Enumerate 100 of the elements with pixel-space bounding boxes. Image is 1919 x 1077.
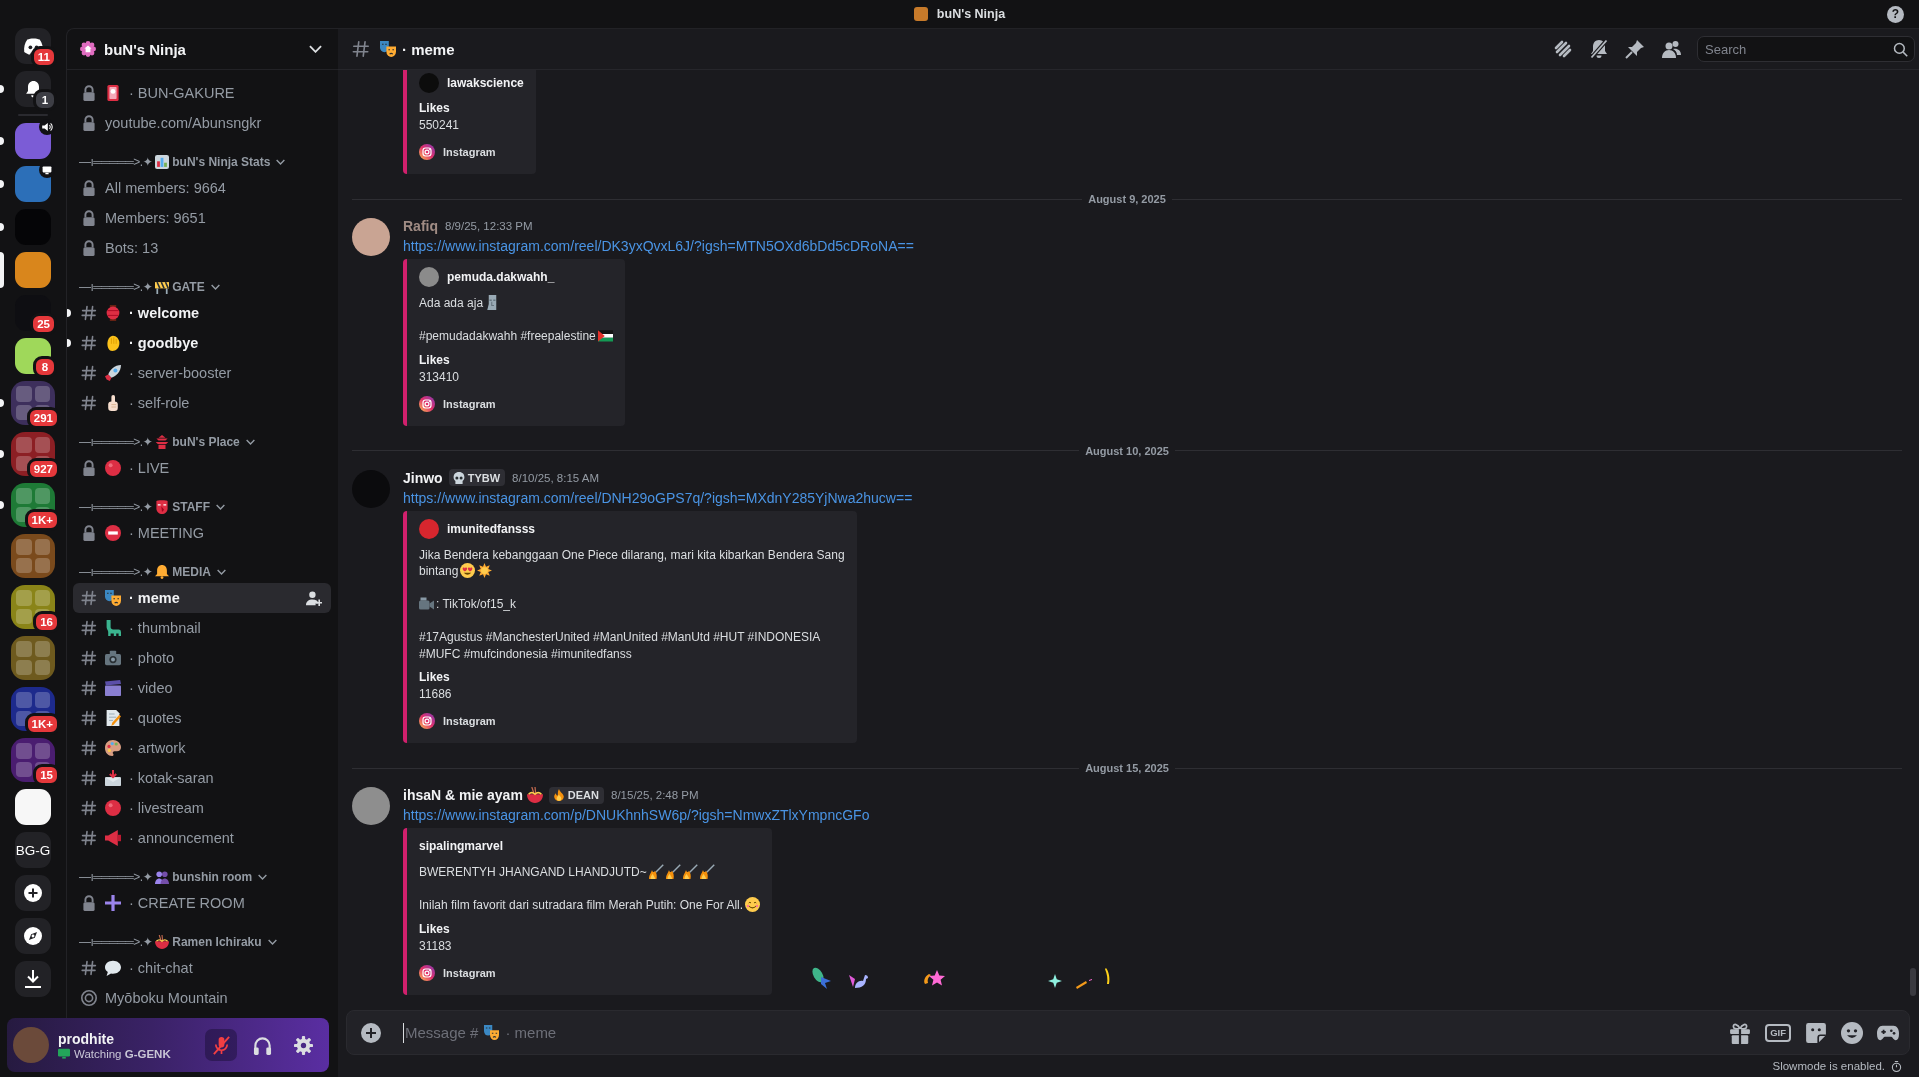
category-header[interactable]: —ı═════>.✦ MEDIA [73, 561, 331, 583]
notification-badge: 927 [26, 458, 60, 480]
plus-icon [105, 895, 121, 911]
date-divider-label: August 10, 2025 [1085, 444, 1169, 457]
embed-text: Jika Bendera kebanggaan One Piece dilarang, mari kita kibarkan Bendera Sang [419, 547, 845, 562]
mask-icon [155, 500, 170, 514]
channel-item[interactable]: · announcement [73, 823, 331, 853]
waving-hand-icon [105, 335, 121, 351]
gif-button[interactable]: GIF [1765, 1023, 1791, 1042]
embed-author[interactable]: pemuda.dakwahh_ [447, 270, 555, 284]
channel-item[interactable]: Bots: 13 [73, 233, 331, 263]
user-avatar[interactable] [352, 787, 390, 825]
message-link[interactable]: https://www.instagram.com/reel/DK3yxQvxL6J/?igsh=MTN5OXd6bDd5cDRoNA== [403, 236, 914, 256]
settings-icon [293, 1035, 313, 1055]
chevron-icon [245, 439, 255, 445]
discover-button[interactable] [15, 918, 51, 954]
channel-item[interactable]: · welcome [73, 298, 331, 328]
help-button[interactable]: ? [1887, 5, 1904, 23]
category-header[interactable]: —ı═════>.✦ GATE [73, 276, 331, 298]
server-icon[interactable] [15, 123, 51, 159]
channel-item[interactable]: · LIVE [73, 453, 331, 483]
members-icon[interactable] [1661, 39, 1681, 59]
channel-item[interactable]: · quotes [73, 703, 331, 733]
message-link[interactable]: https://www.instagram.com/p/DNUKhnhSW6p/?igsh=NmwxZTlxYmpncGFo [403, 805, 870, 825]
server-tag[interactable]: DEAN [548, 786, 604, 804]
server-icon[interactable] [15, 789, 51, 825]
embed-author[interactable]: imunitedfansss [447, 521, 536, 536]
channel-item[interactable]: · kotak-saran [73, 763, 331, 793]
embed-author[interactable]: lawakscience [447, 76, 524, 90]
message-link[interactable]: https://www.instagram.com/reel/DNH29oGPS7q/?igsh=MXdnY285YjNwa2hucw== [403, 487, 913, 508]
search-field[interactable]: Search [1697, 36, 1915, 62]
user-avatar[interactable] [352, 218, 390, 256]
server-menu-button[interactable]: buN's Ninja [67, 29, 338, 70]
channel-item[interactable]: · chit-chat [73, 953, 331, 983]
channel-item[interactable]: All members: 9664 [73, 173, 331, 203]
channel-item[interactable]: Myōboku Mountain [73, 983, 331, 1013]
channel-item[interactable]: · MEETING [73, 518, 331, 548]
category-header[interactable]: —ı═════>.✦ Ramen Ichiraku [73, 931, 331, 953]
server-icon [913, 7, 928, 21]
hash-icon [81, 395, 97, 411]
channel-item[interactable]: · thumbnail [73, 613, 331, 643]
headphones-icon [252, 1035, 272, 1055]
category-header[interactable]: —ı═════>.✦ STAFF [73, 496, 331, 518]
gift-icon[interactable] [1729, 1021, 1752, 1044]
hash-icon [81, 650, 97, 666]
channel-item[interactable]: · goodbye [73, 328, 331, 358]
lock-icon [81, 210, 97, 226]
construction-barrier-icon [155, 280, 170, 294]
channel-item[interactable]: · self-role [73, 388, 331, 418]
noodle-bowl-icon [155, 935, 170, 949]
add-server-button[interactable] [15, 875, 51, 911]
chevron-icon [276, 159, 286, 165]
channel-item[interactable]: Members: 9651 [73, 203, 331, 233]
embed-footer: Instagram [443, 715, 496, 727]
channel-item[interactable]: · video [73, 673, 331, 703]
theater-masks-icon [380, 41, 396, 57]
speech-bubble-icon [105, 960, 121, 976]
channel-item[interactable]: · BUN-GAKURE [73, 78, 331, 108]
embed-text: : TikTok/of15_k [436, 597, 517, 611]
category-header[interactable]: —ı═════>.✦ buN's Place [73, 431, 331, 453]
embed-author[interactable]: sipalingmarvel [419, 839, 504, 853]
channel-item[interactable]: youtube.com/Abunsngkr [73, 108, 331, 138]
notification-bell-muted-icon[interactable] [1589, 39, 1609, 59]
add-member-icon[interactable] [306, 590, 322, 606]
download-button[interactable] [15, 961, 51, 997]
embed-text: #pemudadakwahh #freepalestine [419, 329, 596, 343]
pin-icon[interactable] [1625, 39, 1645, 59]
server-button[interactable]: BG-G [15, 832, 51, 868]
server-tag[interactable]: TYBW [448, 469, 506, 486]
field-name: Likes [419, 669, 451, 686]
add-attachment-icon[interactable] [361, 1022, 381, 1043]
hash-icon [81, 590, 97, 606]
bar-chart-icon [155, 155, 170, 169]
lock-icon [81, 460, 97, 476]
card-icon [105, 85, 121, 101]
palette-icon [105, 740, 121, 756]
channel-item[interactable]: · server-booster [73, 358, 331, 388]
channel-item[interactable]: · livestream [73, 793, 331, 823]
channel-item[interactable]: · CREATE ROOM [73, 888, 331, 918]
scrollbar-thumb[interactable] [1910, 968, 1916, 996]
username[interactable]: ihsaN & mie ayam [403, 787, 523, 803]
server-icon[interactable] [15, 252, 51, 288]
sticker-icon[interactable] [1805, 1021, 1827, 1044]
username[interactable]: Jinwo [403, 469, 443, 486]
server-icon[interactable] [15, 166, 51, 202]
pagoda-icon [155, 435, 170, 449]
channel-item[interactable]: · photo [73, 643, 331, 673]
channel-item[interactable]: · artwork [73, 733, 331, 763]
mute-button[interactable] [205, 1029, 237, 1061]
hash-icon [81, 960, 97, 976]
username[interactable]: Rafiq [403, 218, 438, 234]
camera-icon [105, 650, 121, 666]
category-header[interactable]: —ı═════>.✦ bunshin room [73, 866, 331, 888]
threads-icon[interactable] [1553, 39, 1573, 59]
category-header[interactable]: —ı═════>.✦ buN's Ninja Stats [73, 151, 331, 173]
author-avatar [419, 518, 439, 539]
channel-item[interactable]: · meme [73, 583, 331, 613]
embed-footer: Instagram [443, 397, 496, 410]
emoji-icon[interactable] [1841, 1021, 1863, 1044]
timestamp: 8/9/25, 12:33 PM [445, 220, 533, 232]
